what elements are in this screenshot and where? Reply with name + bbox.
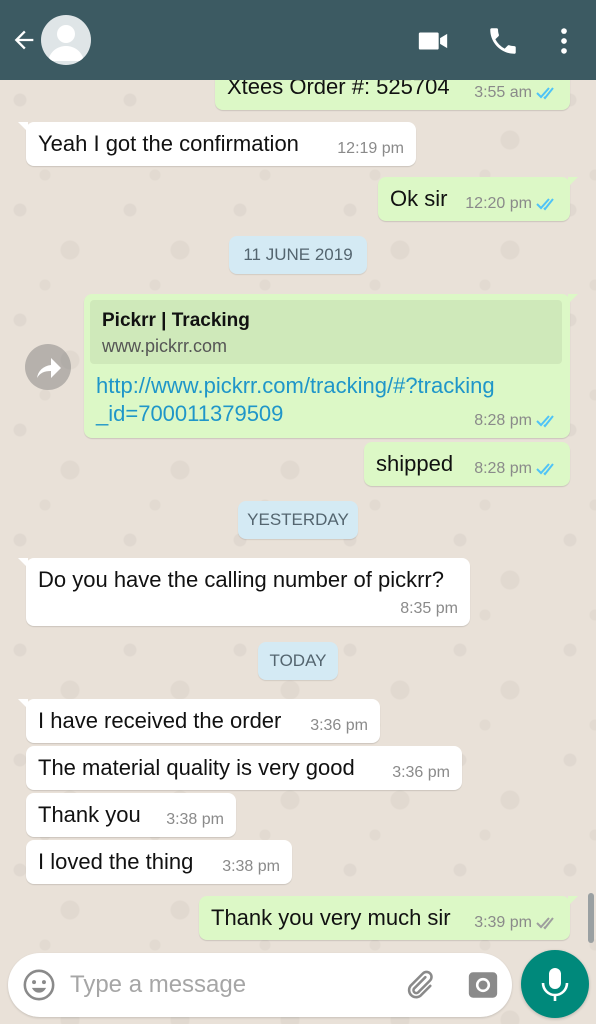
link-url[interactable]: http://www.pickrr.com/tracking/#?trackin…	[96, 372, 495, 428]
chat-header	[0, 0, 596, 80]
message-incoming[interactable]: I have received the order 3:36 pm	[18, 699, 380, 743]
more-vertical-icon[interactable]	[547, 24, 581, 58]
message-time: 3:55 am	[474, 84, 532, 101]
message-outgoing-link[interactable]: Pickrr | Tracking www.pickrr.com http://…	[84, 294, 578, 438]
message-time: 12:19 pm	[337, 140, 404, 157]
message-text: shipped	[376, 451, 454, 476]
message-incoming[interactable]: Do you have the calling number of pickrr…	[18, 558, 470, 626]
scrollbar[interactable]	[588, 893, 594, 943]
video-camera-icon[interactable]	[416, 24, 450, 58]
delivered-ticks-icon	[536, 917, 554, 930]
arrow-left-icon[interactable]	[10, 26, 38, 54]
message-time: 3:36 pm	[310, 717, 368, 734]
camera-icon[interactable]	[466, 968, 500, 1002]
message-outgoing[interactable]: shipped 8:28 pm	[364, 442, 570, 486]
message-incoming[interactable]: Thank you 3:38 pm	[26, 793, 236, 837]
default-avatar-icon	[48, 25, 84, 61]
message-meta: 12:20 pm	[465, 195, 558, 213]
link-preview-title: Pickrr | Tracking	[102, 310, 250, 331]
forward-icon	[37, 358, 61, 378]
read-ticks-icon	[536, 463, 554, 476]
emoji-icon[interactable]	[22, 968, 56, 1002]
message-time: 8:28 pm	[474, 460, 532, 477]
message-time: 3:38 pm	[166, 811, 224, 828]
message-text: Thank you	[38, 802, 141, 827]
message-time: 3:39 pm	[474, 914, 532, 931]
link-preview[interactable]: Pickrr | Tracking www.pickrr.com	[90, 300, 562, 364]
message-meta: 8:35 pm	[400, 600, 458, 618]
message-time: 8:28 pm	[474, 412, 532, 429]
message-meta: 8:28 pm	[474, 460, 558, 478]
message-text: Thank you very much sir	[211, 905, 451, 930]
read-ticks-icon	[536, 87, 554, 100]
forward-button[interactable]	[25, 344, 71, 390]
read-ticks-icon	[536, 415, 554, 428]
voice-record-button[interactable]	[521, 950, 589, 1018]
message-meta: 3:55 am	[474, 84, 558, 102]
phone-icon[interactable]	[486, 24, 520, 58]
message-meta: 3:36 pm	[392, 764, 450, 782]
date-separator: 11 JUNE 2019	[229, 236, 367, 274]
date-label: TODAY	[269, 651, 327, 670]
message-incoming[interactable]: I loved the thing 3:38 pm	[26, 840, 292, 884]
message-outgoing[interactable]: Ok sir 12:20 pm	[378, 177, 578, 221]
message-text: The material quality is very good	[38, 755, 355, 780]
read-ticks-icon	[536, 198, 554, 211]
message-text: I loved the thing	[38, 849, 194, 874]
message-meta: 3:38 pm	[222, 858, 280, 876]
message-incoming[interactable]: Yeah I got the confirmation 12:19 pm	[18, 122, 416, 166]
message-time: 8:35 pm	[400, 600, 458, 617]
message-outgoing[interactable]: Thank you very much sir 3:39 pm	[199, 896, 578, 940]
message-composer[interactable]: Type a message	[8, 953, 512, 1017]
message-meta: 12:19 pm	[337, 140, 404, 158]
message-meta: 8:28 pm	[474, 412, 558, 430]
date-label: 11 JUNE 2019	[243, 245, 353, 264]
message-text: Do you have the calling number of pickrr…	[38, 567, 444, 592]
date-separator: YESTERDAY	[238, 501, 358, 539]
message-text: Yeah I got the confirmation	[38, 131, 299, 156]
message-meta: 3:38 pm	[166, 811, 224, 829]
microphone-icon	[541, 968, 569, 1001]
message-text: I have received the order	[38, 708, 282, 733]
message-text: Ok sir	[390, 186, 448, 211]
message-input[interactable]: Type a message	[70, 971, 246, 999]
message-time: 3:36 pm	[392, 764, 450, 781]
link-preview-site: www.pickrr.com	[102, 336, 228, 356]
contact-avatar[interactable]	[41, 15, 91, 65]
message-time: 12:20 pm	[465, 195, 532, 212]
date-label: YESTERDAY	[247, 510, 349, 529]
message-time: 3:38 pm	[222, 858, 280, 875]
message-incoming[interactable]: The material quality is very good 3:36 p…	[26, 746, 462, 790]
message-meta: 3:39 pm	[474, 914, 558, 932]
date-separator: TODAY	[258, 642, 338, 680]
paperclip-icon[interactable]	[402, 968, 436, 1002]
message-meta: 3:36 pm	[310, 717, 368, 735]
